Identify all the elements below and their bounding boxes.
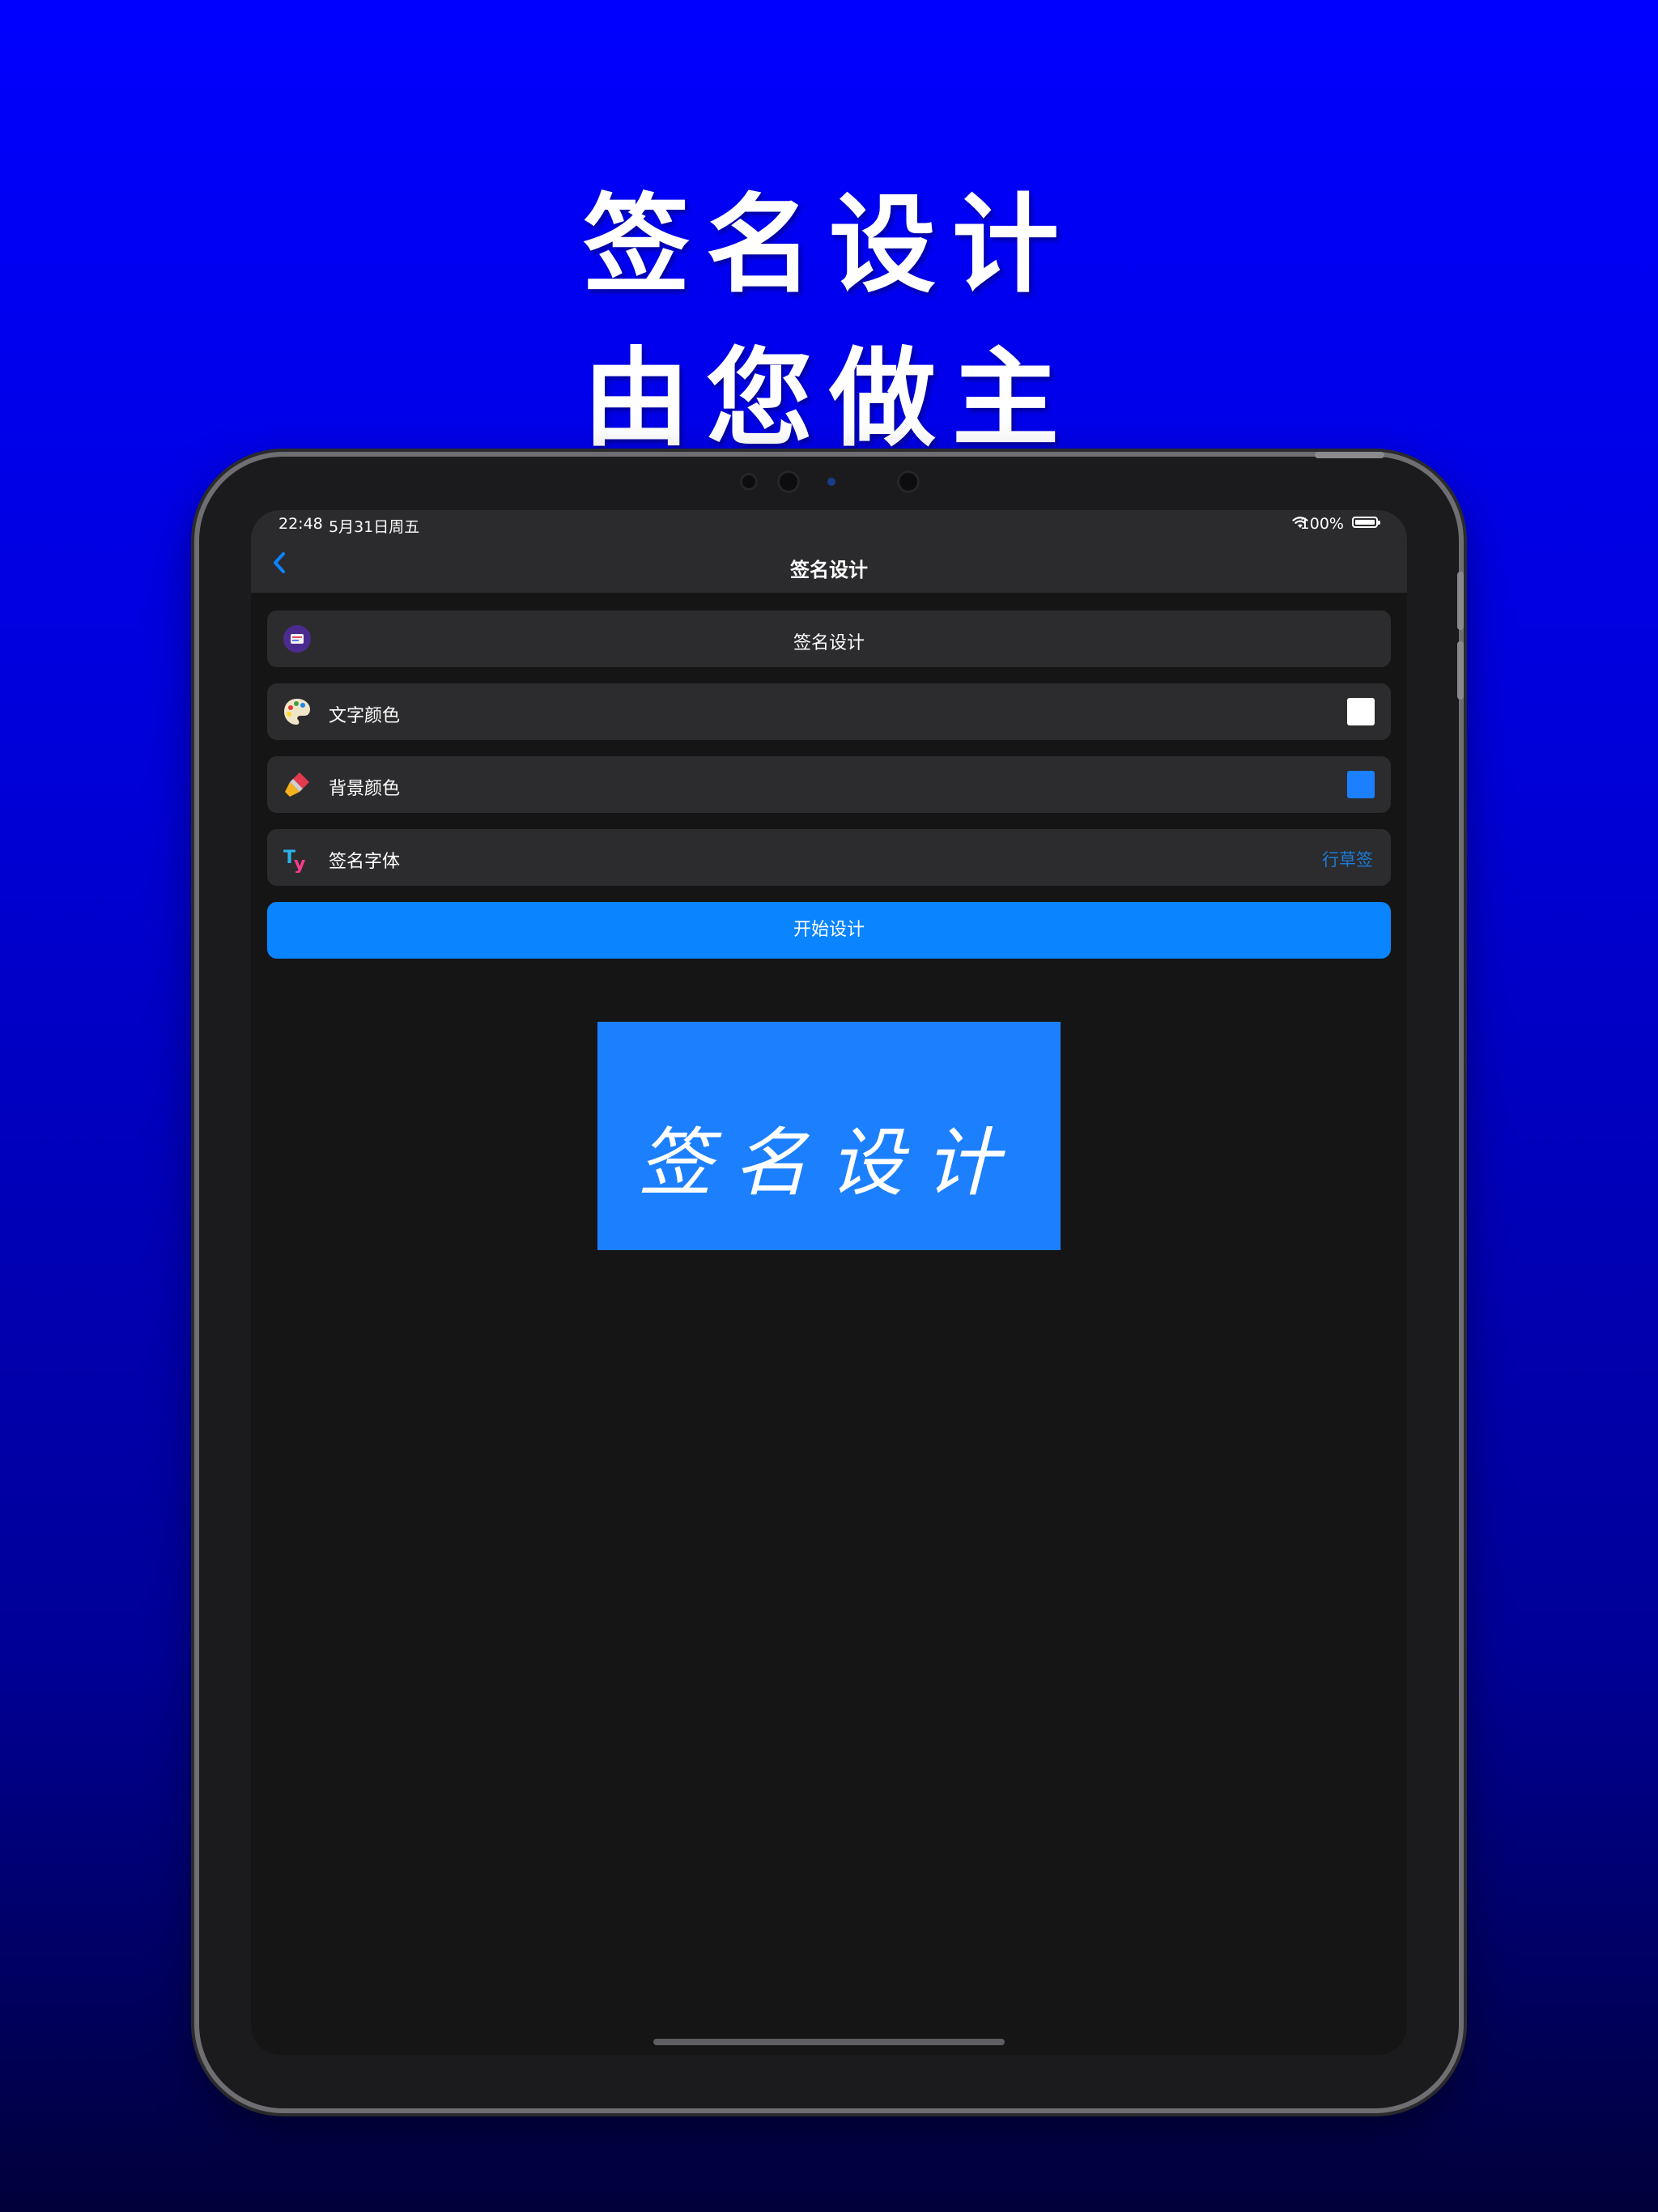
signature-design-label: 签名设计 [793,633,865,653]
page-title: 签名设计 [790,559,868,581]
svg-text:y: y [294,854,305,873]
battery-icon [1352,517,1380,528]
start-design-button[interactable]: 开始设计 [267,902,1391,959]
volume-down-button [1457,641,1464,700]
camera-lens [777,470,800,493]
background-color-label: 背景颜色 [329,779,401,799]
signature-font-label: 签名字体 [329,852,401,872]
font-icon: T y [282,842,312,874]
status-time: 22:48 [278,515,323,533]
sensor-dot [740,473,758,491]
signature-font-value: 行草签 [1322,850,1373,870]
navigation-bar: 签名设计 [251,538,1407,593]
brush-icon [282,769,312,800]
palette-icon [282,696,312,727]
top-button [1315,452,1384,458]
text-color-label: 文字颜色 [329,706,401,726]
status-date: 5月31日周五 [329,518,420,536]
text-color-swatch[interactable] [1347,698,1375,725]
volume-up-button [1457,572,1464,630]
signature-design-row[interactable]: 签名设计 [267,610,1391,667]
battery-percent: 100% [1299,515,1344,533]
camera-sensor [827,478,835,486]
status-bar: 22:48 5月31日周五 100% [251,510,1407,538]
background-color-row[interactable]: 背景颜色 [267,756,1391,813]
signature-preview-text: 签名设计 [637,1120,1020,1206]
promo-headline-line2: 由您做主 [583,336,1075,462]
signature-font-row[interactable]: T y 签名字体 行草签 [267,829,1391,886]
home-indicator [653,2039,1005,2045]
signature-preview: 签名设计 [597,1022,1061,1250]
camera-lens [897,470,920,493]
app-screen: 22:48 5月31日周五 100% 签名设计 签名设计 文字颜色 背景颜色 T… [251,510,1407,2055]
background-color-swatch[interactable] [1347,771,1375,798]
promo-headline-line1: 签名设计 [583,182,1075,308]
text-color-row[interactable]: 文字颜色 [267,683,1391,740]
